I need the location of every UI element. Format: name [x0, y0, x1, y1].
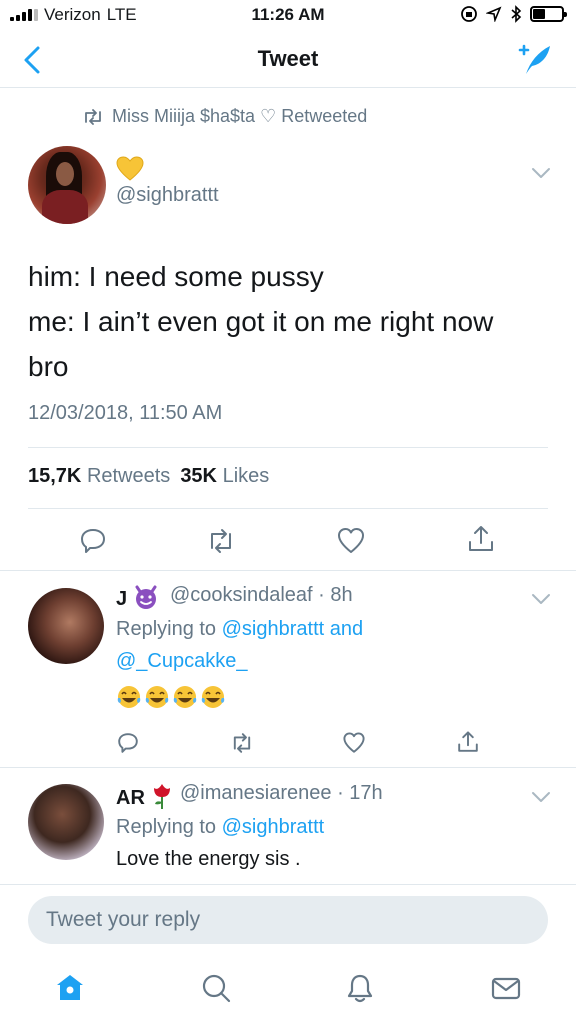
replying-to-line-2: @_Cupcakke_ — [116, 650, 247, 673]
location-icon — [486, 6, 502, 22]
like-heart-icon[interactable] — [342, 731, 366, 755]
reply-handle-line: @cooksindaleaf · 8h — [170, 584, 353, 607]
tears-of-joy-emoji-icon — [145, 686, 169, 708]
author-handle[interactable]: @sighbrattt — [116, 184, 219, 207]
reply-text: Love the energy sis . — [116, 848, 301, 870]
reply-handle[interactable]: @cooksindaleaf — [170, 584, 313, 606]
reply-handle-line: @imanesiarenee · 17h — [180, 782, 383, 805]
tweet-text-line: bro — [28, 351, 69, 382]
reply-time: · 17h — [337, 782, 383, 804]
messages-envelope-icon[interactable] — [490, 972, 522, 1004]
tears-of-joy-emoji-icon — [173, 686, 197, 708]
replying-to: Replying to @sighbrattt and — [116, 618, 363, 641]
reply-author-name-text: J — [116, 588, 128, 610]
orientation-lock-icon — [461, 6, 477, 22]
replying-to-user[interactable]: @sighbrattt — [222, 816, 325, 838]
replying-to-user[interactable]: @sighbrattt — [222, 618, 325, 640]
chevron-down-icon[interactable] — [530, 592, 552, 606]
tweet-stats: 15,7K Retweets 35K Likes — [28, 465, 269, 488]
like-heart-icon[interactable] — [336, 526, 366, 556]
divider — [28, 508, 548, 509]
rose-emoji-icon — [154, 784, 171, 809]
chevron-down-icon[interactable] — [530, 790, 552, 804]
divider — [28, 447, 548, 448]
reply-author-name[interactable]: AR — [116, 782, 174, 810]
reply-input[interactable]: Tweet your reply — [28, 896, 548, 944]
retweet-icon[interactable] — [206, 526, 236, 556]
reply-icon[interactable] — [116, 731, 140, 755]
replying-to-user[interactable]: @_Cupcakke_ — [116, 650, 247, 672]
tweet-actions — [0, 520, 576, 560]
smiling-devil-emoji-icon — [135, 585, 157, 609]
retweets-label: Retweets — [86, 465, 171, 487]
retweets-count: 15,7K — [28, 465, 82, 487]
battery-icon — [530, 6, 567, 22]
avatar[interactable] — [28, 588, 104, 664]
retweet-context: Miss Miiija $ha$ta ♡ Retweeted — [82, 106, 367, 127]
replying-to-and: and — [329, 618, 364, 640]
likes-count: 35K — [180, 465, 218, 487]
retweet-icon — [85, 108, 101, 125]
tweet-text-line: me: I ain’t even got it on me right now — [28, 306, 494, 337]
page-title: Tweet — [257, 46, 319, 71]
avatar[interactable] — [28, 146, 106, 224]
share-icon[interactable] — [456, 730, 480, 754]
search-icon[interactable] — [200, 972, 232, 1004]
reply-handle[interactable]: @imanesiarenee — [180, 782, 332, 804]
home-icon[interactable] — [54, 972, 86, 1004]
reply-author-name[interactable]: J — [116, 584, 159, 611]
share-icon[interactable] — [466, 524, 496, 554]
retweet-icon[interactable] — [230, 731, 254, 755]
status-icons — [460, 5, 567, 23]
divider — [0, 884, 576, 885]
reply-emoji-text — [116, 684, 226, 710]
chevron-down-icon[interactable] — [530, 166, 552, 180]
tweet-text-line: him: I need some pussy — [28, 261, 324, 292]
reply-input-placeholder: Tweet your reply — [46, 908, 201, 931]
retweeted-by-label[interactable]: Miss Miiija $ha$ta ♡ Retweeted — [112, 106, 367, 127]
compose-tweet-icon[interactable] — [514, 42, 554, 78]
bluetooth-icon — [511, 5, 522, 23]
replying-to: Replying to @sighbrattt — [116, 816, 324, 839]
tweet-date: 12/03/2018, 11:50 AM — [28, 402, 223, 424]
tweet-text: him: I need some pussy me: I ain’t even … — [28, 254, 548, 389]
likes-stat[interactable]: 35K Likes — [180, 465, 269, 488]
tears-of-joy-emoji-icon — [117, 686, 141, 708]
yellow-heart-emoji-icon — [116, 156, 144, 181]
tears-of-joy-emoji-icon — [201, 686, 225, 708]
avatar[interactable] — [28, 784, 104, 860]
replying-to-label: Replying to — [116, 618, 217, 640]
divider — [0, 570, 576, 571]
divider — [0, 767, 576, 768]
status-bar: Verizon LTE 11:26 AM — [0, 0, 576, 32]
navigation-bar: Tweet — [0, 32, 576, 88]
likes-label: Likes — [222, 465, 270, 487]
reply-time: · 8h — [318, 584, 353, 606]
notifications-bell-icon[interactable] — [344, 972, 376, 1004]
reply-author-name-text: AR — [116, 787, 145, 809]
replying-to-label: Replying to — [116, 816, 217, 838]
retweets-stat[interactable]: 15,7K Retweets — [28, 465, 170, 488]
reply-icon[interactable] — [78, 526, 108, 556]
tab-bar — [0, 956, 576, 1024]
